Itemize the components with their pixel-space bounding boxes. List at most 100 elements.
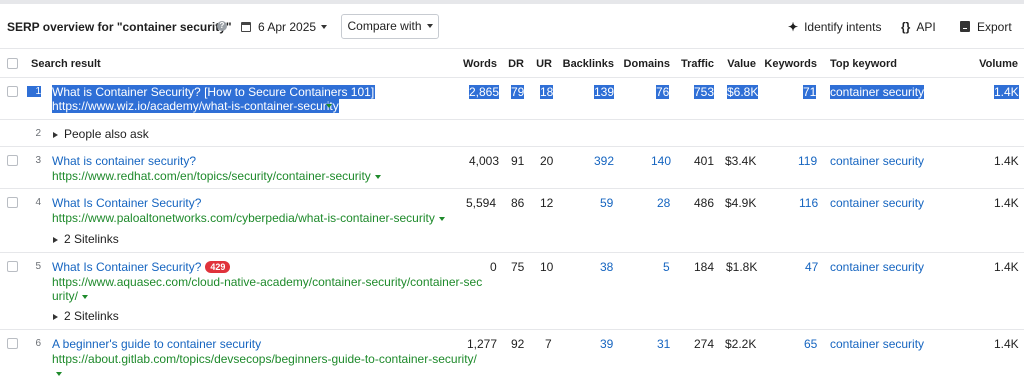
caret-right-icon xyxy=(53,132,58,138)
result-title-link[interactable]: What is container security? xyxy=(52,154,196,168)
column-header-search-result[interactable]: Search result xyxy=(31,58,101,70)
top-keyword-link[interactable]: container security xyxy=(830,154,924,168)
identify-intents-button[interactable]: ✦ Identify intents xyxy=(788,20,881,34)
url-dropdown-icon[interactable] xyxy=(438,217,445,221)
row-position: 2 xyxy=(35,128,41,139)
caret-right-icon xyxy=(53,314,58,320)
volume-value: 1.4K xyxy=(994,85,1019,99)
api-button[interactable]: {} API xyxy=(901,20,936,34)
url-dropdown-icon[interactable] xyxy=(374,175,381,179)
keywords-link[interactable]: 119 xyxy=(798,154,817,168)
value-value: $6.8K xyxy=(727,85,759,99)
row-checkbox[interactable] xyxy=(7,155,18,166)
sitelinks-toggle[interactable]: 2 Sitelinks xyxy=(53,309,119,323)
column-header-dr[interactable]: DR xyxy=(500,58,524,70)
domains-link[interactable]: 5 xyxy=(663,260,670,274)
column-header-domains[interactable]: Domains xyxy=(620,58,670,70)
traffic-value: 274 xyxy=(694,337,715,351)
backlinks-link[interactable]: 59 xyxy=(600,196,613,210)
backlinks-link[interactable]: 139 xyxy=(594,85,615,99)
keywords-link[interactable]: 47 xyxy=(805,260,818,274)
row-checkbox[interactable] xyxy=(7,261,18,272)
row-position: 4 xyxy=(35,197,41,208)
keywords-link[interactable]: 65 xyxy=(804,337,817,351)
domains-link[interactable]: 31 xyxy=(657,337,670,351)
words-value: 1,277 xyxy=(467,337,498,351)
top-keyword-link[interactable]: container security xyxy=(830,260,924,274)
volume-value: 1.4K xyxy=(994,154,1019,168)
divider xyxy=(0,77,1024,78)
value-value: $4.9K xyxy=(725,196,757,210)
result-title-link[interactable]: What Is Container Security? xyxy=(52,260,201,274)
dr-value: 91 xyxy=(511,154,525,168)
traffic-value: 486 xyxy=(694,196,715,210)
sitelinks-label: 2 Sitelinks xyxy=(64,309,119,323)
value-value: $1.8K xyxy=(726,260,758,274)
column-header-backlinks[interactable]: Backlinks xyxy=(558,58,614,70)
domains-link[interactable]: 28 xyxy=(657,196,670,210)
backlinks-link[interactable]: 38 xyxy=(600,260,613,274)
traffic-value: 753 xyxy=(694,85,715,99)
top-keyword-link[interactable]: container security xyxy=(830,337,924,351)
column-header-value[interactable]: Value xyxy=(718,58,756,70)
date-label: 6 Apr 2025 xyxy=(258,20,317,34)
keywords-link[interactable]: 116 xyxy=(799,196,818,210)
result-title-link[interactable]: What is Container Security? [How to Secu… xyxy=(52,85,376,99)
result-title: What Is Container Security? 429 xyxy=(52,260,231,274)
backlinks-link[interactable]: 392 xyxy=(594,154,614,168)
dr-value: 79 xyxy=(511,85,525,99)
volume-value: 1.4K xyxy=(994,260,1019,274)
url-dropdown-icon[interactable] xyxy=(82,295,89,299)
words-value: 4,003 xyxy=(469,154,500,168)
divider xyxy=(0,252,1024,253)
column-header-ur[interactable]: UR xyxy=(530,58,552,70)
identify-intents-label: Identify intents xyxy=(804,20,882,34)
keywords-link[interactable]: 71 xyxy=(803,85,817,99)
result-url-link[interactable]: https://www.wiz.io/academy/what-is-conta… xyxy=(52,99,339,113)
row-checkbox[interactable] xyxy=(7,86,18,97)
help-icon[interactable]: ? xyxy=(217,21,227,31)
row-checkbox[interactable] xyxy=(7,197,18,208)
export-label: Export xyxy=(977,20,1012,34)
select-all-checkbox[interactable] xyxy=(7,58,18,69)
result-url-link[interactable]: https://www.aquasec.com/cloud-native-aca… xyxy=(52,275,482,289)
ur-value: 18 xyxy=(540,85,554,99)
result-url-text: urity/ xyxy=(52,289,79,303)
row-checkbox[interactable] xyxy=(7,338,18,349)
status-badge: 429 xyxy=(205,261,231,273)
domains-link[interactable]: 140 xyxy=(651,154,671,168)
result-title-link[interactable]: What Is Container Security? xyxy=(52,196,201,210)
calendar-icon xyxy=(241,22,251,32)
toolbar: SERP overview for "container security" ?… xyxy=(0,4,1024,48)
people-also-ask-toggle[interactable]: People also ask xyxy=(53,127,149,141)
url-dropdown-icon[interactable] xyxy=(56,372,62,376)
row-position: 6 xyxy=(35,338,41,349)
divider xyxy=(0,119,1024,120)
export-button[interactable]: Export xyxy=(960,20,1012,34)
sitelinks-toggle[interactable]: 2 Sitelinks xyxy=(53,232,119,246)
result-url-link[interactable]: https://about.gitlab.com/topics/devsecop… xyxy=(52,352,477,366)
column-header-words[interactable]: Words xyxy=(455,58,497,70)
column-header-volume[interactable]: Volume xyxy=(970,58,1018,70)
column-header-top-keyword[interactable]: Top keyword xyxy=(830,58,897,70)
ur-value: 12 xyxy=(540,196,554,210)
url-dropdown-icon[interactable] xyxy=(326,104,332,108)
volume-value: 1.4K xyxy=(994,196,1019,210)
result-url-text: https://www.wiz.io/academy/what-is-conta… xyxy=(52,99,339,113)
ur-value: 20 xyxy=(540,154,554,168)
result-url-link-continued[interactable]: urity/ xyxy=(52,289,89,303)
ur-value: 10 xyxy=(540,260,554,274)
date-picker[interactable]: 6 Apr 2025 xyxy=(241,20,328,34)
domains-link[interactable]: 76 xyxy=(656,85,670,99)
result-url-link[interactable]: https://www.paloaltonetworks.com/cyberpe… xyxy=(52,211,445,225)
row-position: 1 xyxy=(27,86,41,97)
top-keyword-link[interactable]: container security xyxy=(830,85,925,99)
column-header-traffic[interactable]: Traffic xyxy=(676,58,714,70)
compare-with-dropdown[interactable]: Compare with xyxy=(341,14,439,39)
backlinks-link[interactable]: 39 xyxy=(600,337,613,351)
code-braces-icon: {} xyxy=(901,20,911,34)
result-title-link[interactable]: A beginner's guide to container security xyxy=(52,337,261,351)
result-url-link[interactable]: https://www.redhat.com/en/topics/securit… xyxy=(52,169,381,183)
top-keyword-link[interactable]: container security xyxy=(830,196,924,210)
column-header-keywords[interactable]: Keywords xyxy=(760,58,817,70)
